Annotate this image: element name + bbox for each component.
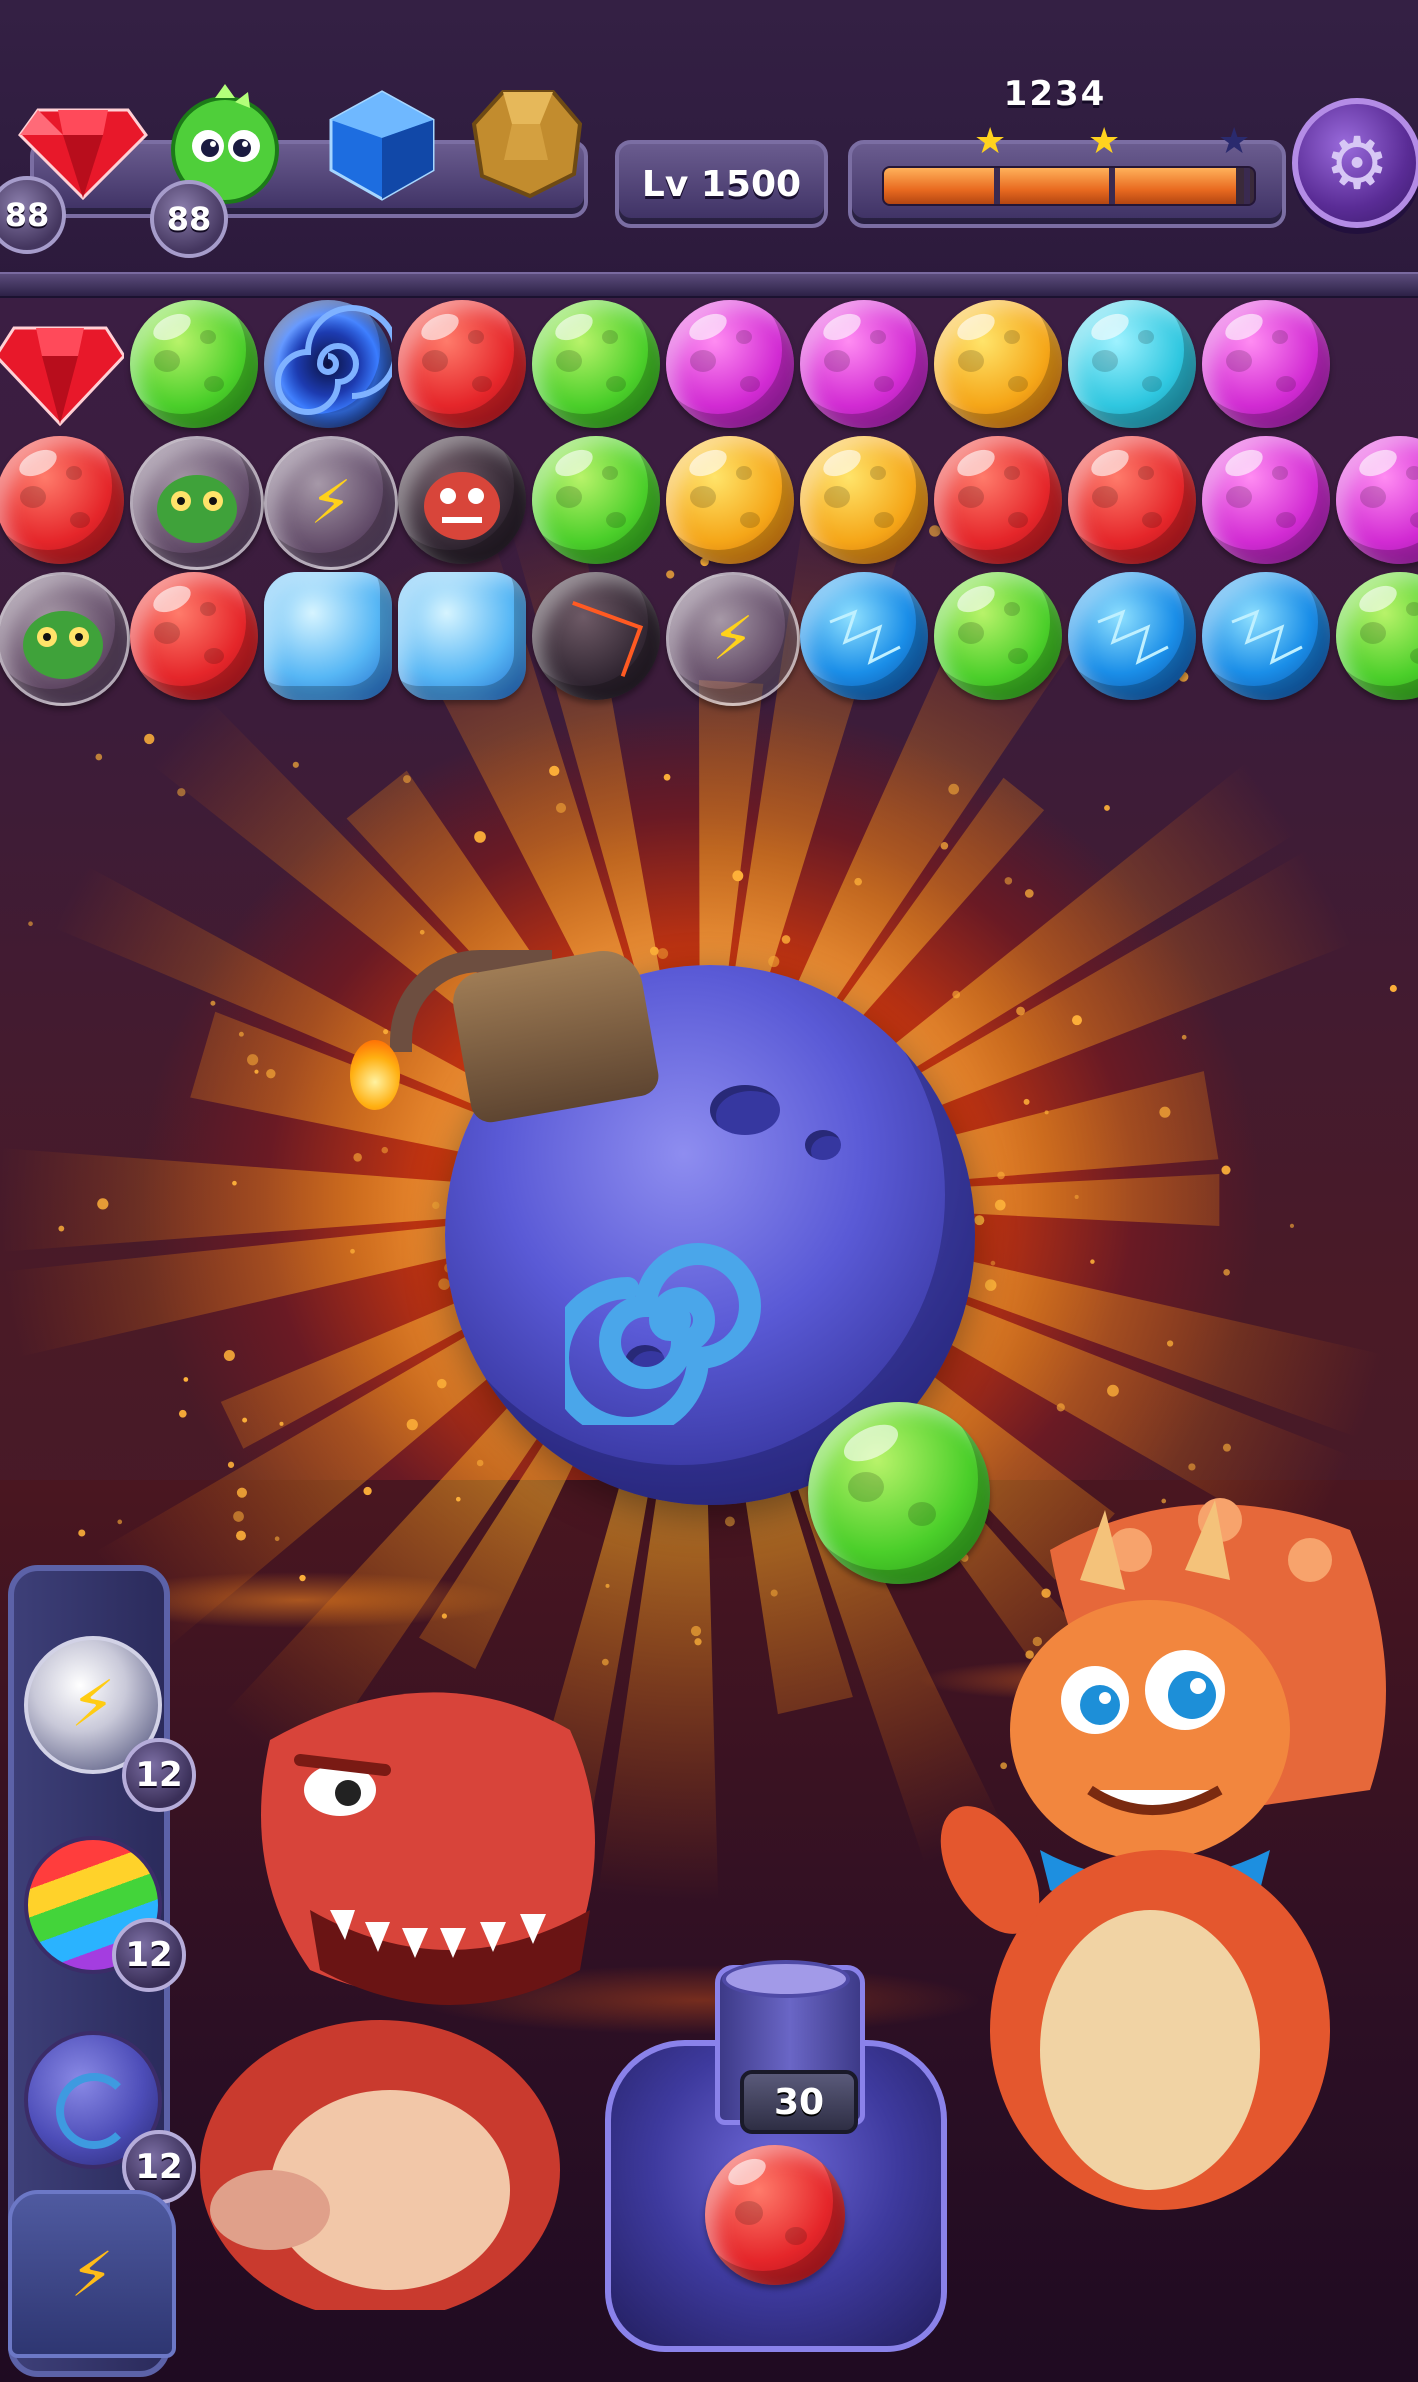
star-empty-icon: ★ [1218,121,1251,162]
electric-bubble [1068,572,1196,700]
yellow-bubble [934,300,1062,428]
purple-bubble [1202,300,1330,428]
yellow-bubble [800,436,928,564]
vortex-bubble [264,300,399,428]
loaded-bubble[interactable] [705,2145,845,2285]
caged-red-dragon-bubble [398,436,526,564]
progress-notch [994,168,1000,204]
spiral-emblem [565,1243,761,1425]
spiral-icon [56,2073,132,2149]
ammo-counter: 30 [740,2070,858,2134]
orange-triceratops-character [940,1498,1386,2210]
chameleon-bubble-bubble [0,572,130,706]
yellow-bubble [666,436,794,564]
red-bubble [130,572,258,700]
red-bubble [934,436,1062,564]
red-bubble [0,436,124,564]
progress-fill [884,168,1236,204]
shooter-top [722,1960,850,1998]
blue-sapphire-icon[interactable] [325,88,440,203]
settings-button[interactable]: ⚙ [1292,98,1418,228]
lightning-booster-count: 12 [122,1738,196,1812]
gold-nugget-icon[interactable] [468,84,586,202]
booster-stone[interactable]: ⚡ [8,2190,176,2358]
level-label: Lv 1500 [641,163,802,205]
electric-bubble [1202,572,1330,700]
lightning-icon: ⚡ [70,2237,114,2311]
green-bubble [532,436,660,564]
dragon-bubble-bubble [130,436,264,570]
star-icon: ★ [974,121,1007,162]
dino-count-badge: 88 [150,180,228,258]
rainbow-booster-count: 12 [112,1918,186,1992]
ruby-gem-bubble [0,300,126,428]
red-bubble [398,300,526,428]
progress-notch [1244,168,1250,204]
red-trex-character [200,1692,595,2310]
hud-divider [0,272,1418,298]
fuse-flame [350,1040,400,1110]
purple-bubble [1202,436,1330,564]
electric-bubble [800,572,928,700]
cyan-bubble [1068,300,1196,428]
lava-rock-bubble [532,572,660,700]
red-bubble [1068,436,1196,564]
lightning-icon: ⚡ [711,604,755,674]
ice-bubble [398,572,526,700]
progress-notch [1109,168,1115,204]
ice-bubble [264,572,392,700]
gear-icon: ⚙ [1324,121,1390,205]
score-display: 1234 [1003,74,1107,114]
lightning-icon: ⚡ [309,468,353,538]
purple-bubble [800,300,928,428]
lightning-bubble-bubble: ⚡ [264,436,398,570]
green-bubble [130,300,258,428]
purple-bubble [666,300,794,428]
green-bubble [934,572,1062,700]
green-bubble [532,300,660,428]
level-indicator: Lv 1500 [615,140,828,228]
progress-track [882,166,1256,206]
star-icon: ★ [1088,121,1121,162]
lightning-bubble-bubble: ⚡ [666,572,800,706]
